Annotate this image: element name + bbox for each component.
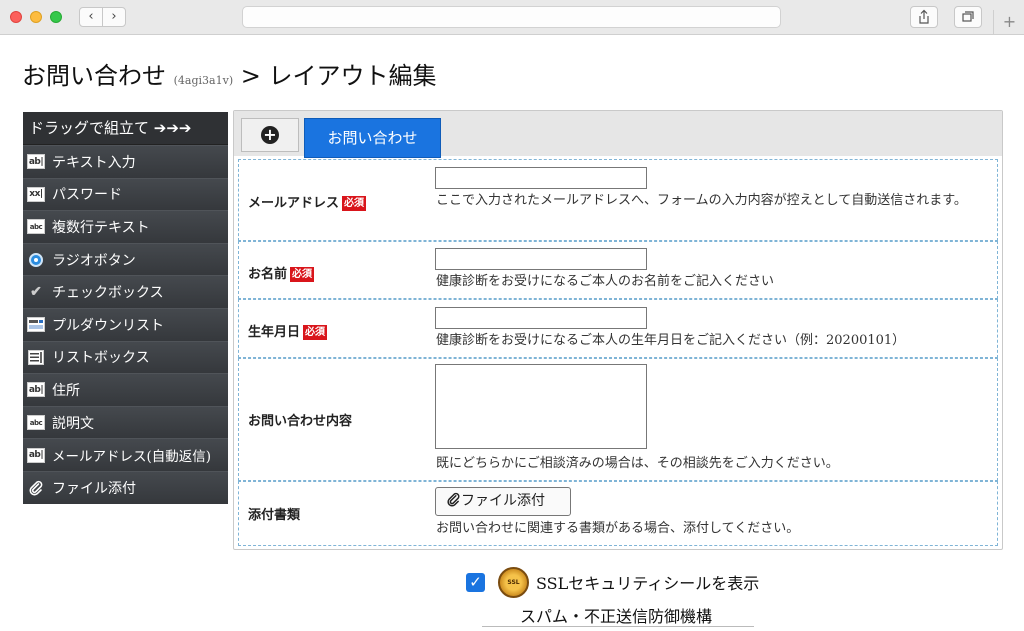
minimize-window-icon[interactable] <box>30 11 42 23</box>
tab-inquiry[interactable]: お問い合わせ <box>304 118 441 158</box>
palette-item-address[interactable]: ab| 住所 <box>23 373 228 406</box>
paperclip-icon <box>447 492 460 507</box>
ssl-checkbox[interactable]: ✓ <box>466 572 485 592</box>
field-label: お名前 必須 <box>248 263 315 282</box>
form-row-inquiry[interactable]: お問い合わせ内容 既にどちらかにご相談済みの場合は、その相談先をご入力ください。 <box>238 358 998 481</box>
email-autoreply-icon: ab| <box>27 447 45 463</box>
title-suffix: > レイアウト編集 <box>233 62 437 90</box>
spam-protection-heading: スパム・不正送信防御機構 <box>520 607 713 626</box>
field-help-text: 健康診断をお受けになるご本人の生年月日をご記入ください（例：20200101） <box>436 333 906 348</box>
zoom-window-icon[interactable] <box>50 11 62 23</box>
palette-item-label: パスワード <box>52 187 122 204</box>
palette-item-label: 複数行テキスト <box>52 219 150 236</box>
tab-overview-button[interactable] <box>954 6 982 28</box>
back-button[interactable]: ‹ <box>79 7 103 27</box>
palette-item-label: ラジオボタン <box>52 252 136 269</box>
field-label: 生年月日 必須 <box>248 321 328 340</box>
field-label-text: メールアドレス <box>248 196 340 211</box>
required-badge: 必須 <box>290 267 315 282</box>
palette-item-label: メールアドレス(自動返信) <box>52 449 212 466</box>
palette-item-listbox[interactable]: リストボックス <box>23 340 228 374</box>
plus-circle-icon: + <box>261 126 279 144</box>
address-bar[interactable] <box>242 6 781 28</box>
add-tab-button[interactable]: + <box>241 118 299 152</box>
checkbox-icon: ✔ <box>30 284 42 301</box>
palette-item-radio[interactable]: ラジオボタン <box>23 242 228 276</box>
form-row-attachment[interactable]: 添付書類 ファイル添付 お問い合わせに関連する書類がある場合、添付してください。 <box>238 481 998 546</box>
inquiry-textarea[interactable] <box>435 364 647 449</box>
text-input-icon: ab| <box>27 154 45 170</box>
required-badge: 必須 <box>303 325 328 340</box>
close-window-icon[interactable] <box>10 11 22 23</box>
palette-item-label: ファイル添付 <box>52 480 136 497</box>
birthdate-field[interactable] <box>435 307 647 329</box>
file-attach-button[interactable]: ファイル添付 <box>435 487 571 516</box>
form-row-birthdate[interactable]: 生年月日 必須 健康診断をお受けになるご本人の生年月日をご記入ください（例：202… <box>238 299 998 358</box>
file-attach-label: ファイル添付 <box>461 493 545 509</box>
email-field[interactable] <box>435 167 647 189</box>
field-help-text: 既にどちらかにご相談済みの場合は、その相談先をご入力ください。 <box>436 456 839 471</box>
palette-item-checkbox[interactable]: ✔ チェックボックス <box>23 275 228 308</box>
field-label: メールアドレス 必須 <box>248 192 367 211</box>
new-tab-button[interactable]: + <box>993 10 1024 34</box>
browser-toolbar: ‹ › + <box>0 0 1024 35</box>
share-button[interactable] <box>910 6 938 28</box>
name-field[interactable] <box>435 248 647 270</box>
share-icon <box>919 9 929 24</box>
field-label-text: 生年月日 <box>248 325 301 340</box>
palette-item-file-attach[interactable]: ファイル添付 <box>23 470 228 504</box>
dropdown-icon <box>27 317 45 333</box>
palette-item-text-input[interactable]: ab| テキスト入力 <box>23 145 228 178</box>
palette-item-textarea[interactable]: abc 複数行テキスト <box>23 210 228 243</box>
field-help-text: お問い合わせに関連する書類がある場合、添付してください。 <box>436 521 800 536</box>
palette-item-label: テキスト入力 <box>52 154 136 171</box>
paperclip-icon <box>27 480 45 496</box>
field-label-text: 添付書類 <box>248 508 301 523</box>
radio-icon <box>29 252 43 267</box>
ssl-seal-icon: SSL <box>498 566 529 598</box>
forward-button[interactable]: › <box>102 7 126 27</box>
palette-item-email-autoreply[interactable]: ab| メールアドレス(自動返信) <box>23 438 228 471</box>
field-label-text: お名前 <box>248 267 288 282</box>
form-row-email[interactable]: メールアドレス 必須 ここで入力されたメールアドレスへ、フォームの入力内容が控えと… <box>238 159 998 241</box>
form-id: (4agi3a1v) <box>173 74 234 87</box>
field-label-text: お問い合わせ内容 <box>248 414 353 429</box>
form-name: お問い合わせ <box>22 62 166 90</box>
tabs-icon <box>962 11 974 22</box>
palette-item-label: 住所 <box>52 382 80 399</box>
palette-item-description[interactable]: abc 説明文 <box>23 405 228 439</box>
page-title: お問い合わせ (4agi3a1v) > レイアウト編集 <box>22 56 436 91</box>
component-palette: ドラッグで組立て ➔➔➔ ab| テキスト入力 xx| パスワード abc 複数… <box>23 112 228 504</box>
description-icon: abc <box>27 415 45 431</box>
palette-item-dropdown[interactable]: プルダウンリスト <box>23 307 228 341</box>
form-editor: + お問い合わせ メールアドレス 必須 ここで入力されたメールアドレスへ、フォーム… <box>233 110 1003 550</box>
password-icon: xx| <box>27 186 45 202</box>
field-label: 添付書類 <box>248 504 300 523</box>
form-row-name[interactable]: お名前 必須 健康診断をお受けになるご本人のお名前をご記入ください <box>238 241 998 299</box>
field-label: お問い合わせ内容 <box>248 410 352 429</box>
tab-bar: + お問い合わせ <box>234 111 1002 158</box>
ssl-seal-option: ✓ SSL SSLセキュリティシールを表示 <box>466 566 760 598</box>
required-badge: 必須 <box>342 196 367 211</box>
palette-header: ドラッグで組立て ➔➔➔ <box>23 112 228 145</box>
palette-item-label: プルダウンリスト <box>52 317 164 334</box>
spam-section-divider <box>482 626 754 631</box>
palette-item-label: リストボックス <box>52 350 150 367</box>
textarea-icon: abc <box>27 219 45 235</box>
palette-item-password[interactable]: xx| パスワード <box>23 177 228 211</box>
palette-item-label: チェックボックス <box>52 285 164 302</box>
listbox-icon <box>27 349 45 365</box>
palette-item-label: 説明文 <box>52 415 94 432</box>
field-help-text: ここで入力されたメールアドレスへ、フォームの入力内容が控えとして自動送信されます… <box>436 193 967 208</box>
field-help-text: 健康診断をお受けになるご本人のお名前をご記入ください <box>436 274 775 289</box>
ssl-label: SSLセキュリティシールを表示 <box>536 574 760 593</box>
address-icon: ab| <box>27 382 45 398</box>
